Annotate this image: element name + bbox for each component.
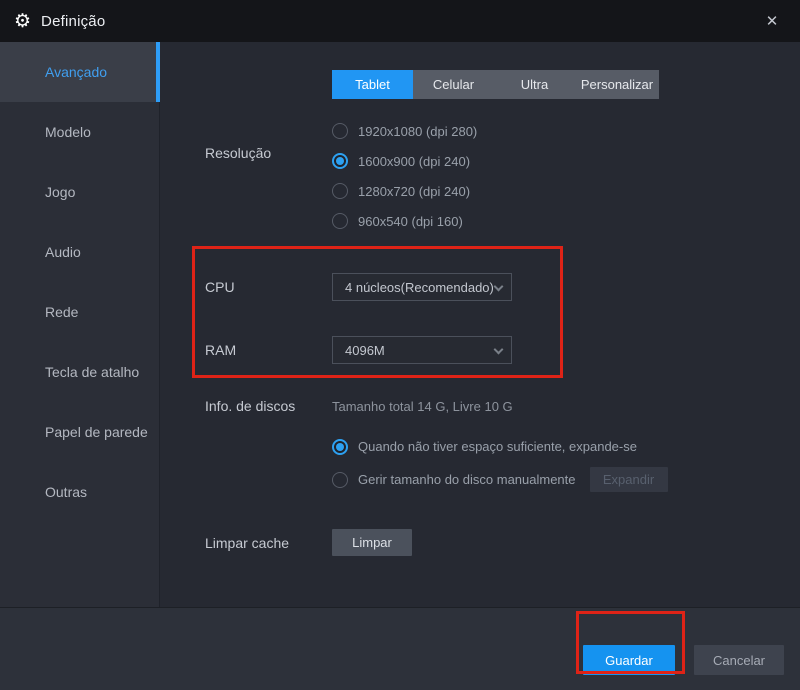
ram-dropdown-value: 4096M: [345, 342, 385, 358]
clear-cache-button[interactable]: Limpar: [332, 529, 412, 556]
disk-section: Info. de discos Tamanho total 14 G, Livr…: [160, 397, 800, 496]
cache-label: Limpar cache: [205, 534, 290, 551]
resolution-options: 1920x1080 (dpi 280) 1600x900 (dpi 240) 1…: [332, 116, 659, 236]
tab-celular[interactable]: Celular: [413, 70, 494, 99]
chevron-down-icon: [493, 281, 504, 292]
disk-option-label: Quando não tiver espaço suficiente, expa…: [358, 439, 637, 454]
sidebar-item-tecla-de-atalho[interactable]: Tecla de atalho: [0, 342, 159, 402]
chevron-down-icon: [493, 344, 504, 355]
cache-section: Limpar cache Limpar: [160, 529, 800, 556]
radio-selected-icon: [332, 153, 348, 169]
radio-unselected-icon: [332, 183, 348, 199]
dialog-body: Avançado Modelo Jogo Audio Rede Tecla de…: [0, 42, 800, 607]
disk-option-auto-expand[interactable]: Quando não tiver espaço suficiente, expa…: [332, 430, 668, 463]
settings-content: Resolução Tablet Celular Ultra Personali…: [160, 42, 800, 607]
settings-dialog: ⚙ Definição ✕ Avançado Modelo Jogo Audio…: [0, 0, 800, 690]
resolution-option-1600x900[interactable]: 1600x900 (dpi 240): [332, 146, 659, 176]
tab-personalizar[interactable]: Personalizar: [575, 70, 659, 99]
save-button[interactable]: Guardar: [583, 645, 675, 675]
cancel-button[interactable]: Cancelar: [694, 645, 784, 675]
disk-option-manual[interactable]: Gerir tamanho do disco manualmente Expan…: [332, 463, 668, 496]
ram-label: RAM: [205, 342, 237, 358]
sidebar: Avançado Modelo Jogo Audio Rede Tecla de…: [0, 42, 160, 607]
gear-icon: ⚙: [14, 10, 32, 32]
cpu-dropdown[interactable]: 4 núcleos(Recomendado): [332, 273, 512, 301]
sidebar-item-outras[interactable]: Outras: [0, 462, 159, 522]
ram-dropdown[interactable]: 4096M: [332, 336, 512, 364]
cpu-label: CPU: [205, 279, 235, 295]
resolution-option-label: 1280x720 (dpi 240): [358, 183, 471, 199]
resolution-tabs: Tablet Celular Ultra Personalizar: [332, 70, 659, 99]
sidebar-item-avancado[interactable]: Avançado: [0, 42, 160, 102]
resolution-option-label: 960x540 (dpi 160): [358, 213, 463, 229]
sidebar-item-modelo[interactable]: Modelo: [0, 102, 159, 162]
sidebar-item-jogo[interactable]: Jogo: [0, 162, 159, 222]
close-icon[interactable]: ✕: [758, 7, 786, 35]
footer-bar: Guardar Cancelar: [0, 607, 800, 690]
radio-selected-icon: [332, 438, 348, 455]
radio-unselected-icon: [332, 471, 348, 488]
resolution-option-label: 1920x1080 (dpi 280): [358, 123, 478, 139]
expand-button[interactable]: Expandir: [589, 467, 668, 492]
disk-summary: Tamanho total 14 G, Livre 10 G: [332, 399, 513, 414]
sidebar-item-rede[interactable]: Rede: [0, 282, 159, 342]
disk-options: Quando não tiver espaço suficiente, expa…: [332, 430, 668, 496]
dialog-title: Definição: [41, 12, 106, 30]
resolution-label: Resolução: [205, 145, 272, 161]
disk-label: Info. de discos: [205, 398, 296, 414]
resolution-option-1280x720[interactable]: 1280x720 (dpi 240): [332, 176, 659, 206]
radio-unselected-icon: [332, 123, 348, 139]
resolution-option-label: 1600x900 (dpi 240): [358, 153, 471, 169]
cpu-dropdown-value: 4 núcleos(Recomendado): [345, 279, 494, 295]
disk-option-label: Gerir tamanho do disco manualmente: [358, 472, 576, 487]
title-bar: ⚙ Definição ✕: [0, 0, 800, 42]
resolution-section: Resolução Tablet Celular Ultra Personali…: [160, 70, 800, 236]
ram-section: RAM 4096M: [160, 336, 800, 364]
sidebar-item-audio[interactable]: Audio: [0, 222, 159, 282]
radio-unselected-icon: [332, 213, 348, 229]
sidebar-item-papel-de-parede[interactable]: Papel de parede: [0, 402, 159, 462]
resolution-option-960x540[interactable]: 960x540 (dpi 160): [332, 206, 659, 236]
tab-ultra[interactable]: Ultra: [494, 70, 575, 99]
resolution-option-1920x1080[interactable]: 1920x1080 (dpi 280): [332, 116, 659, 146]
tab-tablet[interactable]: Tablet: [332, 70, 413, 99]
cpu-section: CPU 4 núcleos(Recomendado): [160, 273, 800, 301]
